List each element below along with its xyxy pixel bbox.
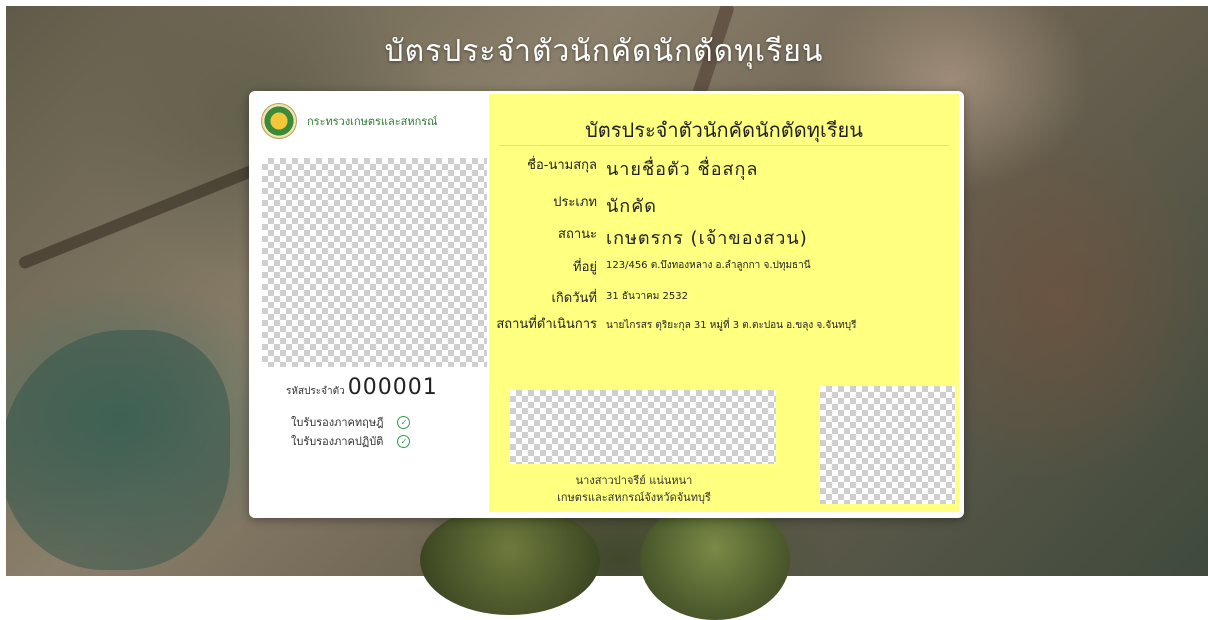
field-value: 31 ธันวาคม 2532 — [606, 291, 688, 302]
profile-photo-placeholder — [262, 158, 487, 367]
ministry-name: กระทรวงเกษตรและสหกรณ์ — [307, 115, 438, 128]
ministry-emblem-icon — [261, 103, 297, 139]
background-leaf — [0, 330, 230, 570]
field-address: ที่อยู่ 123/456 ต.บึงทองหลาง อ.ลำลูกกา จ… — [489, 256, 949, 277]
field-workplace: สถานที่ดำเนินการ นายไกรสร ตุริยะกุล 31 ห… — [489, 316, 949, 336]
id-label: รหัสประจำตัว — [286, 386, 345, 397]
background-durian — [640, 500, 790, 620]
field-status: สถานะ เกษตรกร (เจ้าของสวน) — [489, 223, 949, 252]
page-title: บัตรประจำตัวนักคัดนักตัดทุเรียน — [384, 34, 824, 69]
check-circle-icon: ✓ — [397, 434, 411, 448]
certificate-practice: ใบรับรองภาคปฏิบัติ ✓ — [291, 432, 411, 450]
field-label: สถานที่ดำเนินการ — [496, 317, 597, 332]
field-label: ชื่อ-นามสกุล — [527, 158, 597, 173]
field-value: นายไกรสร ตุริยะกุล 31 หมู่ที่ 3 ต.ตะปอน … — [606, 320, 857, 331]
background-durian — [420, 505, 600, 615]
qr-code-placeholder — [820, 386, 955, 504]
field-label: เกิดวันที่ — [551, 291, 597, 306]
field-label: สถานะ — [558, 227, 597, 242]
field-birthdate: เกิดวันที่ 31 ธันวาคม 2532 — [489, 287, 949, 308]
window-frame — [0, 0, 1208, 6]
window-frame — [0, 0, 6, 576]
ministry-header: กระทรวงเกษตรและสหกรณ์ — [261, 101, 481, 141]
field-label: ประเภท — [553, 195, 597, 210]
field-value: 123/456 ต.บึงทองหลาง อ.ลำลูกกา จ.ปทุมธาน… — [606, 260, 811, 271]
field-label: ที่อยู่ — [573, 260, 597, 275]
certificate-label: ใบรับรองภาคปฏิบัติ — [291, 435, 384, 448]
field-value: เกษตรกร (เจ้าของสวน) — [606, 228, 808, 249]
signer-position: เกษตรและสหกรณ์จังหวัดจันทบุรี — [557, 491, 711, 504]
id-row: รหัสประจำตัว 000001 — [286, 375, 438, 400]
signer-name: นางสาวปาจรีย์ แน่นหนา — [575, 474, 693, 487]
field-value: นายชื่อตัว ชื่อสกุล — [606, 159, 759, 180]
id-number: 000001 — [347, 375, 438, 400]
divider — [499, 145, 949, 146]
field-type: ประเภท นักคัด — [489, 191, 949, 220]
field-name: ชื่อ-นามสกุล นายชื่อตัว ชื่อสกุล — [489, 154, 949, 183]
id-card: กระทรวงเกษตรและสหกรณ์ รหัสประจำตัว 00000… — [249, 91, 964, 518]
check-circle-icon: ✓ — [397, 415, 411, 429]
certificate-label: ใบรับรองภาคทฤษฎี — [291, 416, 384, 429]
certificate-theory: ใบรับรองภาคทฤษฎี ✓ — [291, 413, 411, 431]
card-left-panel: กระทรวงเกษตรและสหกรณ์ รหัสประจำตัว 00000… — [249, 91, 488, 518]
card-right-panel: บัตรประจำตัวนักคัดนักตัดทุเรียน ชื่อ-นาม… — [489, 94, 959, 512]
card-title: บัตรประจำตัวนักคัดนักตัดทุเรียน — [585, 118, 863, 142]
signature-placeholder — [510, 390, 776, 464]
field-value: นักคัด — [606, 196, 657, 217]
background-branch — [17, 161, 263, 271]
